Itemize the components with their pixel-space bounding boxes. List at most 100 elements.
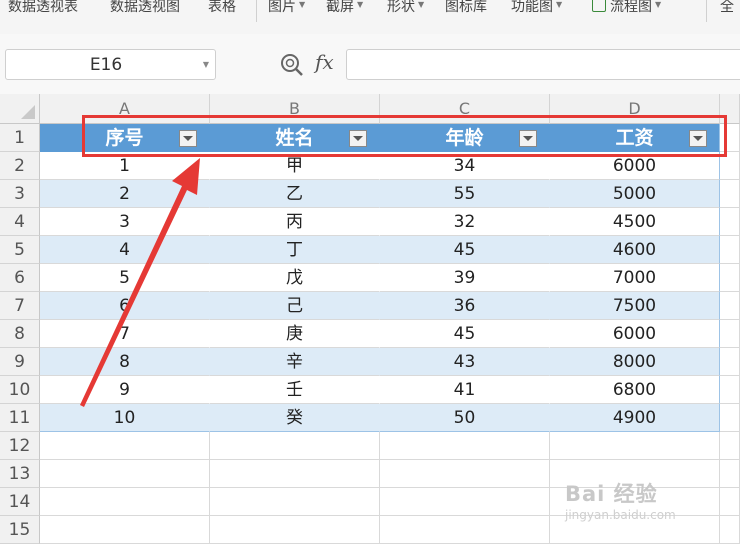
filter-dropdown-icon[interactable] <box>519 130 537 147</box>
chevron-down-icon[interactable]: ▼ <box>203 60 209 69</box>
table-cell[interactable]: 45 <box>380 236 550 264</box>
empty-cell[interactable] <box>720 292 740 320</box>
empty-cell[interactable] <box>210 516 380 544</box>
table-cell[interactable]: 50 <box>380 404 550 432</box>
column-header-a[interactable]: A <box>40 94 210 124</box>
table-cell[interactable]: 5000 <box>550 180 720 208</box>
empty-cell[interactable] <box>40 488 210 516</box>
empty-cell[interactable] <box>720 180 740 208</box>
table-cell[interactable]: 2 <box>40 180 210 208</box>
filter-dropdown-icon[interactable] <box>179 130 197 147</box>
ribbon-item-9[interactable]: 全 <box>720 0 734 16</box>
table-cell[interactable]: 8000 <box>550 348 720 376</box>
empty-cell[interactable] <box>210 432 380 460</box>
ribbon-item-8[interactable]: 流程图 ▼ <box>592 0 661 16</box>
table-cell[interactable]: 庚 <box>210 320 380 348</box>
row-header-5[interactable]: 5 <box>0 236 40 264</box>
table-cell[interactable]: 丁 <box>210 236 380 264</box>
empty-cell[interactable] <box>720 208 740 236</box>
ribbon-item-2[interactable]: 表格 <box>208 0 236 16</box>
row-header-8[interactable]: 8 <box>0 320 40 348</box>
empty-cell[interactable] <box>720 516 740 544</box>
ribbon-item-5[interactable]: 形状 ▼ <box>387 0 424 16</box>
ribbon-item-7[interactable]: 功能图 ▼ <box>511 0 562 16</box>
row-header-10[interactable]: 10 <box>0 376 40 404</box>
table-header-cell[interactable]: 工资 <box>550 124 720 152</box>
table-cell[interactable]: 己 <box>210 292 380 320</box>
table-cell[interactable]: 4500 <box>550 208 720 236</box>
row-header-6[interactable]: 6 <box>0 264 40 292</box>
table-header-cell[interactable]: 姓名 <box>210 124 380 152</box>
column-header-d[interactable]: D <box>550 94 720 124</box>
table-cell[interactable]: 34 <box>380 152 550 180</box>
row-header-7[interactable]: 7 <box>0 292 40 320</box>
row-header-13[interactable]: 13 <box>0 460 40 488</box>
empty-cell[interactable] <box>380 488 550 516</box>
ribbon-item-1[interactable]: 数据透视图 <box>110 0 180 16</box>
empty-cell[interactable] <box>210 488 380 516</box>
empty-cell[interactable] <box>720 152 740 180</box>
table-cell[interactable]: 10 <box>40 404 210 432</box>
table-cell[interactable]: 4900 <box>550 404 720 432</box>
filter-dropdown-icon[interactable] <box>349 130 367 147</box>
empty-cell[interactable] <box>720 124 740 152</box>
empty-cell[interactable] <box>40 516 210 544</box>
table-cell[interactable]: 壬 <box>210 376 380 404</box>
row-header-2[interactable]: 2 <box>0 152 40 180</box>
ribbon-item-6[interactable]: 图标库 <box>445 0 487 16</box>
ribbon-item-0[interactable]: 数据透视表 <box>8 0 78 16</box>
table-cell[interactable]: 1 <box>40 152 210 180</box>
table-cell[interactable]: 55 <box>380 180 550 208</box>
empty-cell[interactable] <box>40 432 210 460</box>
table-cell[interactable]: 7 <box>40 320 210 348</box>
empty-cell[interactable] <box>720 460 740 488</box>
table-cell[interactable]: 4 <box>40 236 210 264</box>
empty-cell[interactable] <box>380 460 550 488</box>
empty-cell[interactable] <box>720 348 740 376</box>
table-cell[interactable]: 4600 <box>550 236 720 264</box>
row-header-9[interactable]: 9 <box>0 348 40 376</box>
table-cell[interactable]: 乙 <box>210 180 380 208</box>
table-cell[interactable]: 6 <box>40 292 210 320</box>
table-cell[interactable]: 45 <box>380 320 550 348</box>
table-cell[interactable]: 32 <box>380 208 550 236</box>
row-header-15[interactable]: 15 <box>0 516 40 544</box>
table-cell[interactable]: 36 <box>380 292 550 320</box>
empty-cell[interactable] <box>720 264 740 292</box>
empty-cell[interactable] <box>720 432 740 460</box>
empty-cell[interactable] <box>720 236 740 264</box>
table-cell[interactable]: 丙 <box>210 208 380 236</box>
row-header-12[interactable]: 12 <box>0 432 40 460</box>
empty-cell[interactable] <box>550 432 720 460</box>
empty-cell[interactable] <box>380 516 550 544</box>
table-cell[interactable]: 41 <box>380 376 550 404</box>
table-cell[interactable]: 8 <box>40 348 210 376</box>
table-cell[interactable]: 5 <box>40 264 210 292</box>
column-header-c[interactable]: C <box>380 94 550 124</box>
table-cell[interactable]: 戊 <box>210 264 380 292</box>
table-cell[interactable]: 癸 <box>210 404 380 432</box>
table-cell[interactable]: 甲 <box>210 152 380 180</box>
column-header-b[interactable]: B <box>210 94 380 124</box>
empty-cell[interactable] <box>380 432 550 460</box>
ribbon-item-4[interactable]: 截屏 ▼ <box>326 0 363 16</box>
empty-cell[interactable] <box>720 376 740 404</box>
row-header-11[interactable]: 11 <box>0 404 40 432</box>
table-cell[interactable]: 9 <box>40 376 210 404</box>
table-cell[interactable]: 6000 <box>550 320 720 348</box>
table-header-cell[interactable]: 年龄 <box>380 124 550 152</box>
table-cell[interactable]: 辛 <box>210 348 380 376</box>
fx-icon[interactable]: fx <box>315 50 334 74</box>
empty-cell[interactable] <box>720 488 740 516</box>
table-header-cell[interactable]: 序号 <box>40 124 210 152</box>
row-header-1[interactable]: 1 <box>0 124 40 152</box>
table-cell[interactable]: 6000 <box>550 152 720 180</box>
row-header-14[interactable]: 14 <box>0 488 40 516</box>
table-cell[interactable]: 43 <box>380 348 550 376</box>
zoom-search-icon[interactable] <box>279 52 305 78</box>
name-box[interactable]: E16 ▼ <box>5 49 216 80</box>
empty-cell[interactable] <box>720 320 740 348</box>
empty-cell[interactable] <box>40 460 210 488</box>
table-cell[interactable]: 7500 <box>550 292 720 320</box>
table-cell[interactable]: 3 <box>40 208 210 236</box>
